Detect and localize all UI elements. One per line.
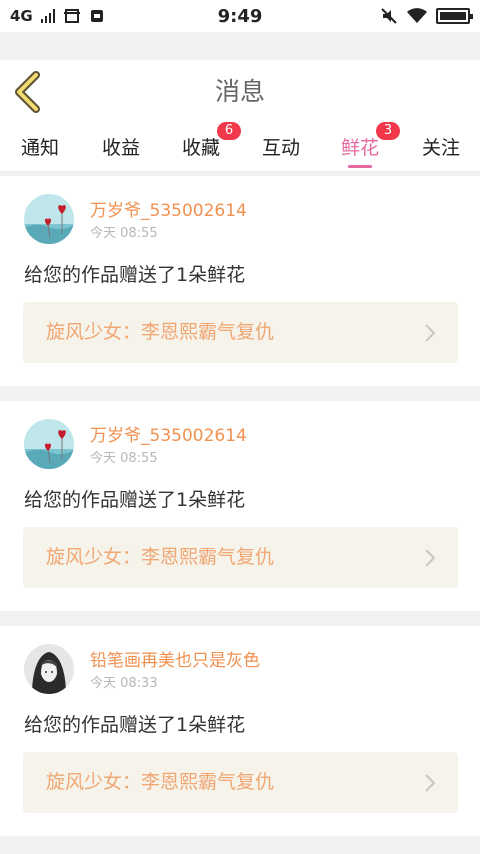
work-link[interactable]: 旋风少女：李恩熙霸气复仇 [23, 527, 458, 588]
work-link[interactable]: 旋风少女：李恩熙霸气复仇 [23, 302, 458, 363]
message-text: 给您的作品赠送了1朵鲜花 [24, 714, 246, 736]
message-card: 万岁爷_535002614 今天 08:55 给您的作品赠送了1朵鲜花 旋风少女… [0, 176, 480, 386]
tab-bar: 通知 收益 收藏 6 互动 鲜花 3 关注 [0, 122, 480, 172]
status-left: 4G [10, 7, 105, 25]
message-time: 今天 08:33 [90, 676, 158, 691]
battery-icon [436, 8, 473, 24]
tab-label: 收藏 [181, 137, 220, 159]
tab-flowers[interactable]: 鲜花 3 [338, 122, 400, 172]
tab-follows[interactable]: 关注 [419, 124, 463, 172]
chevron-right-icon [425, 324, 436, 342]
sender-name[interactable]: 万岁爷_535002614 [90, 421, 247, 446]
message-text: 给您的作品赠送了1朵鲜花 [24, 264, 246, 286]
hearts-avatar-icon[interactable] [24, 419, 74, 469]
tab-label: 收益 [101, 137, 140, 159]
active-tab-indicator [348, 165, 372, 168]
chevron-right-icon [425, 549, 436, 567]
nav-header: 消息 [0, 60, 480, 124]
tab-label: 关注 [421, 137, 460, 159]
work-link[interactable]: 旋风少女：李恩熙霸气复仇 [23, 752, 458, 813]
message-card: 铅笔画再美也只是灰色 今天 08:33 给您的作品赠送了1朵鲜花 旋风少女：李恩… [0, 626, 480, 836]
tab-label: 鲜花 [340, 137, 379, 159]
message-time: 今天 08:55 [90, 451, 158, 466]
tab-label: 互动 [261, 137, 300, 159]
tab-label: 通知 [20, 137, 59, 159]
work-title: 旋风少女：李恩熙霸气复仇 [46, 771, 275, 793]
wifi-icon [407, 8, 427, 23]
sender-name[interactable]: 铅笔画再美也只是灰色 [90, 646, 260, 671]
mute-icon [381, 8, 397, 24]
flowers-badge: 3 [376, 122, 400, 140]
page-title: 消息 [214, 77, 265, 106]
screenshot-icon [63, 9, 80, 23]
status-bar: 4G 9:49 [0, 0, 480, 32]
tab-favorites[interactable]: 收藏 6 [179, 122, 241, 172]
hooded-figure-avatar-icon[interactable] [24, 644, 74, 694]
work-title: 旋风少女：李恩熙霸气复仇 [46, 546, 275, 568]
status-right [380, 7, 473, 25]
message-card: 万岁爷_535002614 今天 08:55 给您的作品赠送了1朵鲜花 旋风少女… [0, 401, 480, 611]
message-text: 给您的作品赠送了1朵鲜花 [24, 489, 246, 511]
chevron-right-icon [425, 774, 436, 792]
work-title: 旋风少女：李恩熙霸气复仇 [46, 321, 275, 343]
sim-icon [90, 10, 103, 22]
network-type: 4G [10, 7, 33, 25]
favorites-badge: 6 [217, 122, 241, 140]
message-time: 今天 08:55 [90, 226, 158, 241]
signal-icon [40, 9, 55, 23]
hearts-avatar-icon[interactable] [24, 194, 74, 244]
tab-notifications[interactable]: 通知 [18, 124, 62, 172]
tab-interactions[interactable]: 互动 [259, 124, 303, 172]
sender-name[interactable]: 万岁爷_535002614 [90, 196, 247, 221]
tab-earnings[interactable]: 收益 [99, 124, 143, 172]
